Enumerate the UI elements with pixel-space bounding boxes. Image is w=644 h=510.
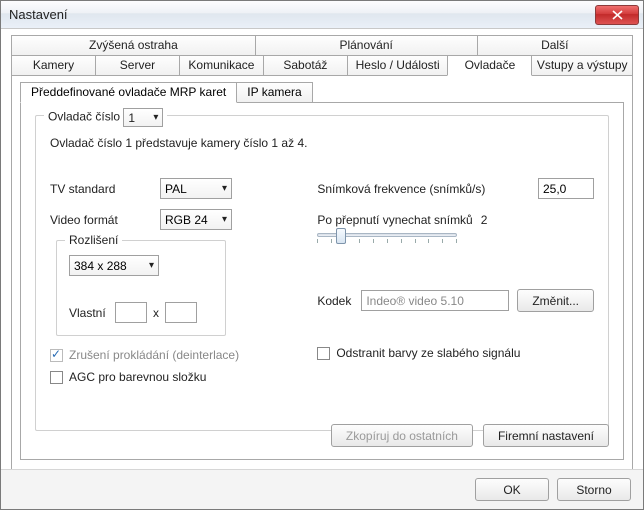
video-format-label: Video formát	[50, 213, 160, 227]
titlebar: Nastavení	[1, 1, 643, 29]
copy-to-others-button[interactable]: Zkopíruj do ostatních	[331, 424, 473, 447]
skip-frames-slider[interactable]	[317, 233, 594, 243]
remove-colors-label: Odstranit barvy ze slabého signálu	[336, 346, 520, 360]
agc-label: AGC pro barevnou složku	[69, 370, 206, 384]
resolution-select[interactable]: 384 x 288 ▾	[69, 255, 159, 276]
custom-x-label: x	[153, 306, 159, 320]
chevron-down-icon: ▾	[222, 183, 227, 194]
chevron-down-icon: ▾	[222, 214, 227, 225]
custom-width-input[interactable]	[115, 302, 147, 323]
agc-checkbox[interactable]	[50, 371, 63, 384]
subtab-panel-mrp: Ovladač číslo 1 ▾ Ovladač číslo 1 předst…	[20, 102, 624, 460]
right-column: Snímková frekvence (snímků/s) Po přepnut…	[317, 178, 594, 384]
codec-change-button[interactable]: Změnit...	[517, 289, 594, 312]
tab-io[interactable]: Vstupy a výstupy	[531, 55, 633, 76]
custom-label: Vlastní	[69, 306, 115, 320]
tab-drivers[interactable]: Ovladače	[447, 55, 532, 76]
driver-legend-prefix: Ovladač číslo	[48, 110, 120, 124]
ok-button[interactable]: OK	[475, 478, 549, 501]
tab-alert[interactable]: Zvýšená ostraha	[11, 35, 256, 56]
codec-label: Kodek	[317, 294, 361, 308]
dialog-footer: OK Storno	[1, 469, 643, 509]
subtab-row: Předdefinované ovladače MRP karet IP kam…	[20, 82, 624, 103]
subtab-ip-camera[interactable]: IP kamera	[236, 82, 312, 103]
tab-password-events[interactable]: Heslo / Události	[347, 55, 449, 76]
tabrow-top: Zvýšená ostraha Plánování Další	[11, 35, 633, 56]
settings-window: Nastavení Zvýšená ostraha Plánování Dalš…	[0, 0, 644, 510]
remove-colors-checkbox[interactable]	[317, 347, 330, 360]
codec-value	[361, 290, 509, 311]
custom-height-input[interactable]	[165, 302, 197, 323]
group-driver-legend: Ovladač číslo 1 ▾	[44, 108, 167, 127]
tv-standard-select[interactable]: PAL ▾	[160, 178, 232, 199]
video-format-value: RGB 24	[165, 213, 208, 227]
tab-planning[interactable]: Plánování	[255, 35, 478, 56]
driver-number-value: 1	[128, 111, 135, 125]
video-format-select[interactable]: RGB 24 ▾	[160, 209, 232, 230]
resolution-legend: Rozlišení	[65, 233, 122, 247]
tv-standard-value: PAL	[165, 182, 187, 196]
resolution-value: 384 x 288	[74, 259, 127, 273]
deinterlace-checkbox[interactable]	[50, 349, 63, 362]
chevron-down-icon: ▾	[149, 260, 154, 271]
tab-sabotage[interactable]: Sabotáž	[263, 55, 348, 76]
skip-frames-label: Po přepnutí vynechat snímků	[317, 213, 472, 227]
tabrow-bottom: Kamery Server Komunikace Sabotáž Heslo /…	[11, 55, 633, 76]
slider-thumb[interactable]	[336, 228, 346, 244]
left-column: TV standard PAL ▾ Video formát RGB 24	[50, 178, 317, 384]
tab-panel-drivers: Předdefinované ovladače MRP karet IP kam…	[11, 75, 633, 475]
fps-input[interactable]	[538, 178, 594, 199]
tab-server[interactable]: Server	[95, 55, 180, 76]
chevron-down-icon: ▾	[153, 112, 158, 123]
content-area: Zvýšená ostraha Plánování Další Kamery S…	[11, 35, 633, 465]
skip-frames-value: 2	[481, 213, 488, 227]
factory-settings-button[interactable]: Firemní nastavení	[483, 424, 609, 447]
subtab-mrp-drivers[interactable]: Předdefinované ovladače MRP karet	[20, 82, 237, 103]
window-title: Nastavení	[9, 7, 595, 22]
deinterlace-label: Zrušení prokládání (deinterlace)	[69, 348, 239, 362]
tab-cameras[interactable]: Kamery	[11, 55, 96, 76]
cancel-button[interactable]: Storno	[557, 478, 631, 501]
fps-label: Snímková frekvence (snímků/s)	[317, 182, 538, 196]
tab-more[interactable]: Další	[477, 35, 634, 56]
close-icon	[612, 10, 623, 20]
tab-communication[interactable]: Komunikace	[179, 55, 264, 76]
tv-standard-label: TV standard	[50, 182, 160, 196]
driver-description: Ovladač číslo 1 představuje kamery číslo…	[50, 136, 594, 150]
close-button[interactable]	[595, 5, 639, 25]
driver-number-select[interactable]: 1 ▾	[123, 108, 163, 127]
group-driver: Ovladač číslo 1 ▾ Ovladač číslo 1 předst…	[35, 115, 609, 431]
group-resolution: Rozlišení 384 x 288 ▾ Vlastní x	[56, 240, 226, 336]
